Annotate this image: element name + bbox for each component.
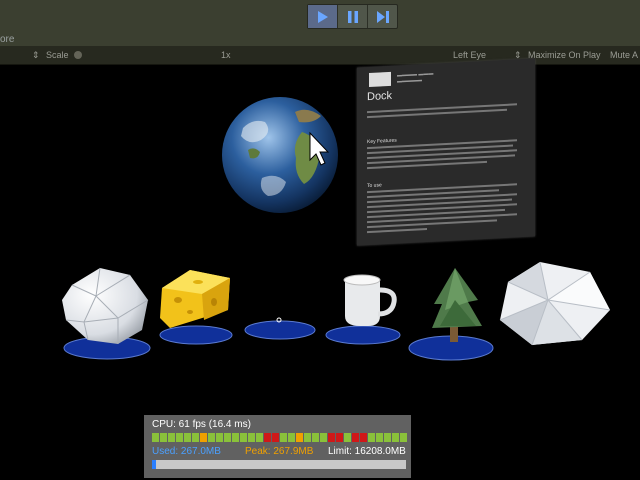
- scale-slider[interactable]: [74, 51, 82, 59]
- eye-dropdown[interactable]: Left Eye: [453, 50, 486, 60]
- fps-bar: [360, 433, 367, 442]
- fps-bar: [392, 433, 399, 442]
- dock-slot-2[interactable]: [159, 325, 233, 345]
- fps-bar: [240, 433, 247, 442]
- fps-bar: [224, 433, 231, 442]
- fps-bar: [208, 433, 215, 442]
- icosahedron[interactable]: [499, 261, 611, 346]
- fps-bar: [368, 433, 375, 442]
- logo-caption: ▬▬▬▬ ▬▬▬ ▬▬▬▬▬: [397, 70, 434, 85]
- mute-audio-toggle[interactable]: Mute A: [610, 50, 638, 60]
- performance-overlay: CPU: 61 fps (16.4 ms) Used: 267.0MB Peak…: [144, 415, 411, 478]
- pause-icon: [347, 10, 358, 23]
- fps-bar: [200, 433, 207, 442]
- display-dropdown-arrow[interactable]: ⇕: [32, 50, 40, 61]
- fps-bar: [320, 433, 327, 442]
- play-icon: [317, 10, 328, 23]
- step-icon: [376, 10, 389, 23]
- tree[interactable]: [432, 268, 482, 342]
- dock-slot-3[interactable]: [244, 320, 316, 340]
- fps-bar: [296, 433, 303, 442]
- scale-label: Scale: [46, 50, 69, 60]
- fps-bar: [312, 433, 319, 442]
- fps-bar: [280, 433, 287, 442]
- fps-bar: [184, 433, 191, 442]
- maximize-on-play-toggle[interactable]: Maximize On Play: [528, 50, 601, 60]
- memory-usage-bar: [152, 460, 406, 469]
- fps-bar: [152, 433, 159, 442]
- fps-bar: [384, 433, 391, 442]
- panel-section-usage: To use: [367, 182, 382, 190]
- panel-text-line: [367, 227, 427, 234]
- geodesic-sphere[interactable]: [62, 267, 149, 344]
- playback-controls: [307, 4, 398, 29]
- fps-bar: [336, 433, 343, 442]
- fps-bar: [272, 433, 279, 442]
- fps-bar: [400, 433, 407, 442]
- fps-bar: [288, 433, 295, 442]
- fps-bar: [304, 433, 311, 442]
- unity-logo-icon: [369, 71, 391, 88]
- dock-slot-4[interactable]: [325, 325, 401, 345]
- cpu-fps-label: CPU: 61 fps (16.4 ms): [152, 419, 251, 430]
- fps-bar: [216, 433, 223, 442]
- fps-bar: [344, 433, 351, 442]
- fps-history-bars: [152, 433, 407, 442]
- cheese[interactable]: [160, 270, 230, 328]
- fps-bar: [192, 433, 199, 442]
- panel-section-features: Key Features: [367, 137, 397, 146]
- memory-limit-label: Limit: 16208.0MB: [328, 446, 406, 457]
- panel-title: Dock: [367, 89, 393, 104]
- memory-used-label: Used: 267.0MB: [152, 446, 221, 457]
- play-button[interactable]: [308, 5, 338, 28]
- fps-bar: [264, 433, 271, 442]
- toolbar-left-label: ore: [0, 34, 15, 45]
- fps-bar: [328, 433, 335, 442]
- editor-toolbar: ore: [0, 0, 640, 46]
- fps-bar: [176, 433, 183, 442]
- mug[interactable]: [343, 274, 397, 326]
- fps-bar: [168, 433, 175, 442]
- game-view-bar: ⇕ Scale 1x Left Eye ⇕ Maximize On Play M…: [0, 46, 640, 65]
- fps-bar: [232, 433, 239, 442]
- step-button[interactable]: [368, 5, 397, 28]
- memory-peak-label: Peak: 267.9MB: [245, 446, 314, 457]
- fps-bar: [248, 433, 255, 442]
- memory-usage-fill: [152, 460, 157, 469]
- fps-bar: [376, 433, 383, 442]
- dock-info-panel: ▬▬▬▬ ▬▬▬ ▬▬▬▬▬ Dock Key Features To use: [357, 58, 535, 246]
- scale-value: 1x: [221, 50, 231, 60]
- fps-bar: [256, 433, 263, 442]
- fps-bar: [352, 433, 359, 442]
- pause-button[interactable]: [338, 5, 368, 28]
- fps-bar: [160, 433, 167, 442]
